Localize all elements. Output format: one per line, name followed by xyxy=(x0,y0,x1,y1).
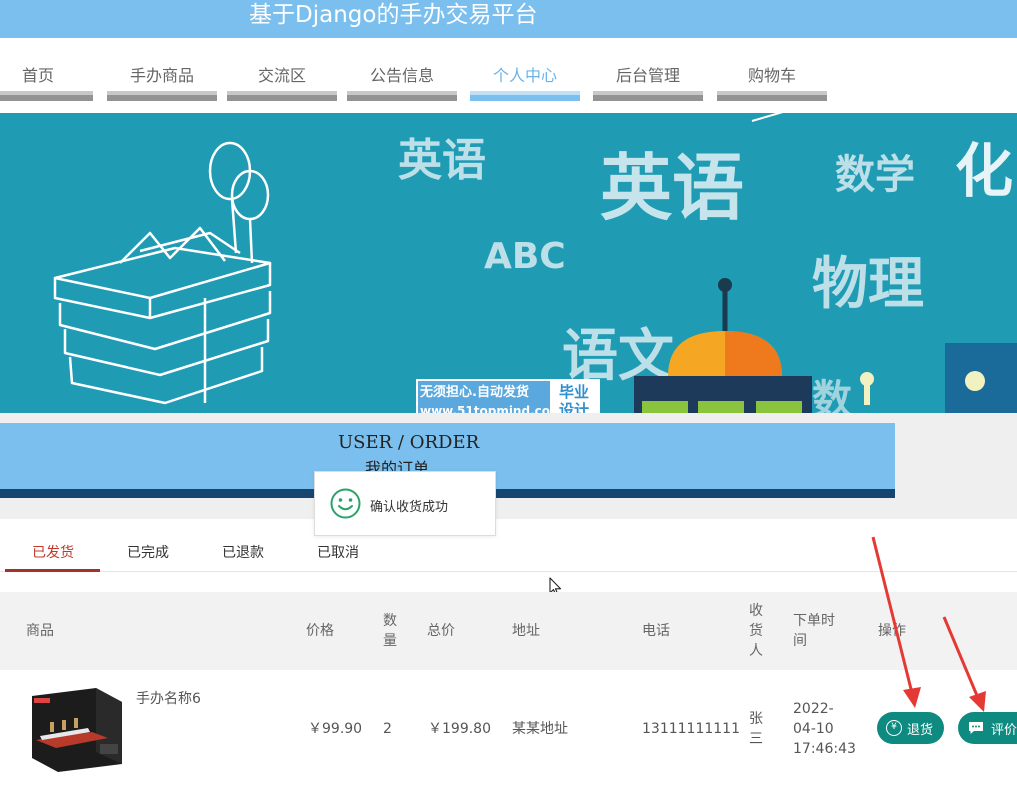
refund-button[interactable]: ¥ 退货 xyxy=(877,712,944,744)
nav-item-bar xyxy=(0,91,93,101)
yen-icon: ¥ xyxy=(886,720,902,736)
col-header-receiver: 收 货 人 xyxy=(749,601,763,661)
tab-shipped[interactable]: 已发货 xyxy=(32,542,74,562)
col-header-address: 地址 xyxy=(512,623,540,639)
nav-item-label: 首页 xyxy=(22,66,55,85)
site-title: 基于Django的手办交易平台 xyxy=(249,2,538,28)
nav-item-label: 购物车 xyxy=(747,66,796,85)
nav-item-notices[interactable]: 公告信息 xyxy=(347,38,457,102)
tab-cancelled[interactable]: 已取消 xyxy=(317,542,359,562)
order-title-en: USER / ORDER xyxy=(338,432,480,453)
col-header-price: 价格 xyxy=(306,623,334,639)
col-header-order-time: 下单时 间 xyxy=(793,611,835,651)
nav-item-admin[interactable]: 后台管理 xyxy=(593,38,703,102)
banner-word: 数学 xyxy=(835,152,915,198)
cell-order-time: 2022- 04-10 17:46:43 xyxy=(793,699,856,759)
smile-icon xyxy=(330,488,361,519)
nav-item-forum[interactable]: 交流区 xyxy=(227,38,337,102)
col-header-time-line: 间 xyxy=(793,633,807,649)
cell-time-line: 2022- xyxy=(793,701,834,717)
tab-completed[interactable]: 已完成 xyxy=(127,542,169,562)
banner-word: 英语 xyxy=(398,135,486,186)
review-button[interactable]: 评价 xyxy=(958,712,1017,744)
nav-item-bar xyxy=(593,91,703,101)
refund-button-label: 退货 xyxy=(907,722,934,738)
nav-item-home[interactable]: 首页 xyxy=(0,38,93,102)
chat-icon xyxy=(968,722,983,734)
col-header-qty-line: 量 xyxy=(383,633,397,649)
col-header-receiver-line: 收 xyxy=(749,603,763,619)
nav-item-profile[interactable]: 个人中心 xyxy=(470,38,580,102)
cell-total: ￥199.80 xyxy=(428,721,491,737)
col-header-time-line: 下单时 xyxy=(793,613,835,629)
tab-refunded[interactable]: 已退款 xyxy=(222,542,264,562)
nav-item-bar xyxy=(107,91,217,101)
cell-phone: 13111111111 xyxy=(642,721,740,737)
product-thumbnail[interactable] xyxy=(26,686,123,772)
banner-word: 数 xyxy=(812,377,852,413)
order-table-header: 商品 价格 数 量 总价 地址 电话 收 货 人 下单时 间 操作 xyxy=(0,592,1017,670)
watermark-line1: 无须担心.自动发货 xyxy=(420,385,529,400)
cell-receiver: 张 三 xyxy=(749,709,763,749)
nav-item-label: 手办商品 xyxy=(129,66,194,85)
nav-item-bar xyxy=(227,91,337,101)
col-header-total: 总价 xyxy=(427,623,455,639)
col-header-phone: 电话 xyxy=(642,623,670,639)
cell-qty: 2 xyxy=(383,721,392,737)
banner-illustration: 英语 英语 数学 化 ABC 物理 语文 数 xyxy=(53,113,1017,413)
cell-receiver-line: 张 xyxy=(749,711,763,727)
review-button-label: 评价 xyxy=(990,722,1017,738)
banner-word: 英语 xyxy=(600,146,744,230)
col-header-receiver-line: 货 xyxy=(749,623,763,639)
watermark-badge-line1: 毕业 xyxy=(558,383,589,401)
nav-item-bar xyxy=(717,91,827,101)
col-header-action: 操作 xyxy=(878,623,906,639)
col-header-qty: 数 量 xyxy=(383,611,397,651)
product-name[interactable]: 手办名称6 xyxy=(136,689,201,709)
toast-text: 确认收货成功 xyxy=(370,500,449,515)
active-tab-indicator xyxy=(5,569,100,572)
order-tabs: 已发货 已完成 已退款 已取消 xyxy=(0,532,1017,572)
header-bar: 基于Django的手办交易平台 xyxy=(0,0,1017,38)
toast-message: 确认收货成功 xyxy=(314,471,496,536)
banner-word: ABC xyxy=(484,236,566,277)
banner-word: 化 xyxy=(955,137,1013,205)
nav-item-bar xyxy=(347,91,457,101)
main-nav: 首页 手办商品 交流区 公告信息 个人中心 后台管理 购物车 xyxy=(0,38,1017,104)
banner: 英语 英语 数学 化 ABC 物理 语文 数 xyxy=(0,113,1017,413)
cell-receiver-line: 三 xyxy=(749,731,763,747)
cell-time-line: 04-10 xyxy=(793,721,834,737)
col-header-qty-line: 数 xyxy=(383,613,397,629)
nav-item-label: 公告信息 xyxy=(369,66,434,85)
banner-word: 物理 xyxy=(812,252,924,317)
nav-item-label: 交流区 xyxy=(257,66,306,85)
cell-time-line: 17:46:43 xyxy=(793,741,856,757)
nav-item-products[interactable]: 手办商品 xyxy=(107,38,217,102)
cell-address: 某某地址 xyxy=(512,721,568,737)
col-header-product: 商品 xyxy=(26,623,54,639)
cell-price: ￥99.90 xyxy=(308,721,363,737)
nav-item-label: 后台管理 xyxy=(615,66,680,85)
nav-item-label: 个人中心 xyxy=(492,66,557,85)
col-header-receiver-line: 人 xyxy=(749,643,763,659)
nav-item-cart[interactable]: 购物车 xyxy=(717,38,827,102)
nav-item-bar xyxy=(470,91,580,101)
